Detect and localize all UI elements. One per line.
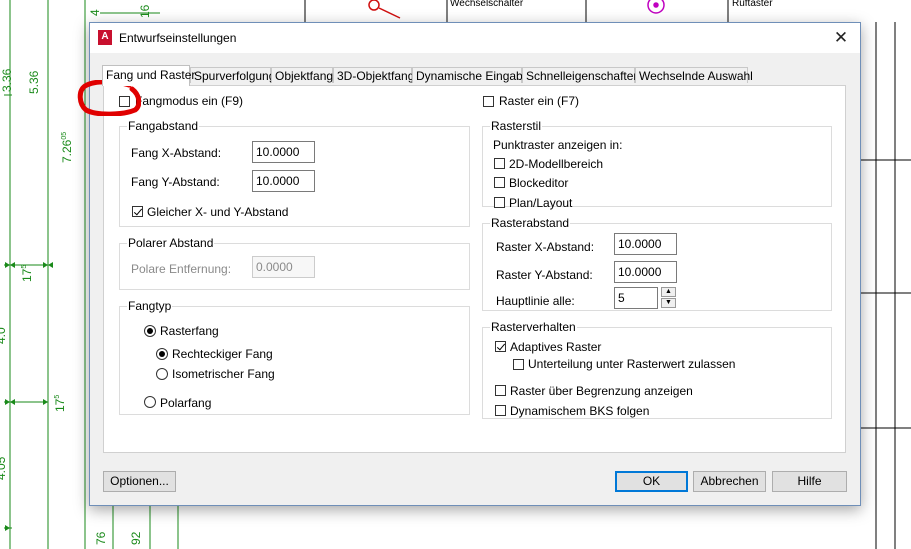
polar-distance-label: Polare Entfernung: xyxy=(131,262,232,276)
help-button[interactable]: Hilfe xyxy=(772,471,847,492)
cad-dimension: 175 xyxy=(20,264,34,282)
dialog-title: Entwurfseinstellungen xyxy=(119,31,237,45)
rectangular-snap-label[interactable]: Rechteckiger Fang xyxy=(172,347,273,361)
tab-polar-tracking[interactable]: Spurverfolgung xyxy=(190,67,275,83)
cad-dimension: 76 xyxy=(94,531,108,545)
cad-dimension: 5.36 xyxy=(27,70,41,94)
display-beyond-limits-checkbox[interactable] xyxy=(495,385,506,396)
grid-model-space-checkbox[interactable] xyxy=(494,158,505,169)
tab-panel-snap-and-grid: Fangmodus ein (F9) Raster ein (F7) Fanga… xyxy=(103,85,846,453)
tab-label: Dynamische Eingabe xyxy=(416,69,530,83)
major-line-spinner[interactable]: ▲ ▼ xyxy=(661,287,676,309)
grid-y-label: Raster Y-Abstand: xyxy=(496,268,593,282)
group-title: Rasterabstand xyxy=(490,216,571,230)
group-title: Rasterverhalten xyxy=(490,320,577,334)
tab-label: Schnelleigenschaften xyxy=(526,69,641,83)
polar-snap-label[interactable]: Polarfang xyxy=(160,396,211,410)
close-button[interactable]: ✕ xyxy=(822,23,860,53)
tab-object-snap[interactable]: Objektfang xyxy=(271,67,333,83)
group-title: Polarer Abstand xyxy=(127,236,215,250)
tab-quick-properties[interactable]: Schnelleigenschaften xyxy=(522,67,640,83)
follow-dynamic-ucs-checkbox[interactable] xyxy=(495,405,506,416)
allow-subdivision-checkbox[interactable] xyxy=(513,359,524,370)
cad-dimension: 92 xyxy=(129,531,143,545)
tab-label: Wechselnde Auswahl xyxy=(639,69,753,83)
grid-on-label[interactable]: Raster ein (F7) xyxy=(499,94,579,108)
drafting-settings-dialog: A Entwurfseinstellungen ✕ Fang und Raste… xyxy=(89,22,861,506)
tab-3d-object-snap[interactable]: 3D-Objektfang xyxy=(333,67,415,83)
close-icon: ✕ xyxy=(833,28,849,47)
tab-label: Spurverfolgung xyxy=(194,69,276,83)
follow-dynamic-ucs-label[interactable]: Dynamischem BKS folgen xyxy=(510,404,649,418)
grid-x-label: Raster X-Abstand: xyxy=(496,240,595,254)
grid-block-editor-label[interactable]: Blockeditor xyxy=(509,176,568,190)
grid-behavior-group: Rasterverhalten Adaptives Raster Unterte… xyxy=(482,320,832,419)
major-line-label: Hauptlinie alle: xyxy=(496,294,575,308)
adaptive-grid-checkbox[interactable] xyxy=(495,341,506,352)
spin-down-icon[interactable]: ▼ xyxy=(661,298,676,308)
tab-selection-cycling[interactable]: Wechselnde Auswahl xyxy=(635,67,753,83)
dot-grid-label: Punktraster anzeigen in: xyxy=(493,138,623,152)
group-title: Rasterstil xyxy=(490,119,543,133)
snap-x-label: Fang X-Abstand: xyxy=(131,146,222,160)
snap-spacing-group: Fangabstand Fang X-Abstand: 10.0000 Fang… xyxy=(119,119,470,227)
isometric-snap-label[interactable]: Isometrischer Fang xyxy=(172,367,275,381)
cad-dimension: 4 xyxy=(88,9,102,16)
cad-label: Wechselschalter xyxy=(450,0,524,9)
grid-x-spacing-input[interactable]: 10.0000 xyxy=(614,233,677,255)
grid-y-spacing-input[interactable]: 10.0000 xyxy=(614,261,677,283)
grid-model-space-label[interactable]: 2D-Modellbereich xyxy=(509,157,603,171)
grid-snap-radio[interactable] xyxy=(144,325,156,337)
autocad-icon: A xyxy=(98,30,112,45)
cad-dimension: 16 xyxy=(138,4,152,18)
options-button[interactable]: Optionen... xyxy=(103,471,176,492)
cad-dimension: 4.0 xyxy=(0,327,8,344)
spin-up-icon[interactable]: ▲ xyxy=(661,287,676,297)
grid-layout-label[interactable]: Plan/Layout xyxy=(509,196,572,210)
cad-dimension: 7.2605 xyxy=(60,131,74,163)
polar-spacing-group: Polarer Abstand Polare Entfernung: 0.000… xyxy=(119,236,470,290)
group-title: Fangabstand xyxy=(127,119,200,133)
cad-dimension: 3.36 xyxy=(0,68,14,92)
snap-type-group: Fangtyp Rasterfang Rechteckiger Fang Iso… xyxy=(119,299,470,415)
grid-on-checkbox[interactable] xyxy=(483,96,494,107)
grid-block-editor-checkbox[interactable] xyxy=(494,177,505,188)
ok-button[interactable]: OK xyxy=(615,471,688,492)
grid-snap-label[interactable]: Rasterfang xyxy=(160,324,219,338)
cad-label: Ruftaster xyxy=(732,0,773,9)
cancel-button[interactable]: Abbrechen xyxy=(693,471,766,492)
polar-snap-radio[interactable] xyxy=(144,396,156,408)
display-beyond-limits-label[interactable]: Raster über Begrenzung anzeigen xyxy=(510,384,693,398)
grid-spacing-group: Rasterabstand Raster X-Abstand: 10.0000 … xyxy=(482,216,832,311)
grid-layout-checkbox[interactable] xyxy=(494,197,505,208)
dialog-titlebar[interactable]: A Entwurfseinstellungen ✕ xyxy=(90,23,860,53)
snap-x-spacing-input[interactable]: 10.0000 xyxy=(252,141,315,163)
snap-y-spacing-input[interactable]: 10.0000 xyxy=(252,170,315,192)
tab-dynamic-input[interactable]: Dynamische Eingabe xyxy=(412,67,529,83)
tab-label: Fang und Raster xyxy=(106,68,196,82)
equal-spacing-label[interactable]: Gleicher X- und Y-Abstand xyxy=(147,205,288,219)
grid-style-group: Rasterstil Punktraster anzeigen in: 2D-M… xyxy=(482,119,832,210)
allow-subdivision-label[interactable]: Unterteilung unter Rasterwert zulassen xyxy=(528,357,735,371)
cad-dimension: 4.05 xyxy=(0,456,8,480)
major-line-input[interactable]: 5 xyxy=(614,287,658,309)
cad-dimension: 175 xyxy=(53,394,67,412)
tab-snap-and-grid[interactable]: Fang und Raster xyxy=(102,65,195,86)
tab-label: 3D-Objektfang xyxy=(337,69,415,83)
adaptive-grid-label[interactable]: Adaptives Raster xyxy=(510,340,601,354)
group-title: Fangtyp xyxy=(127,299,173,313)
isometric-snap-radio[interactable] xyxy=(156,368,168,380)
snap-mode-label[interactable]: Fangmodus ein (F9) xyxy=(135,94,243,108)
tab-label: Objektfang xyxy=(275,69,334,83)
rectangular-snap-radio[interactable] xyxy=(156,348,168,360)
equal-spacing-checkbox[interactable] xyxy=(132,206,143,217)
snap-y-label: Fang Y-Abstand: xyxy=(131,175,220,189)
polar-distance-input[interactable]: 0.0000 xyxy=(252,256,315,278)
